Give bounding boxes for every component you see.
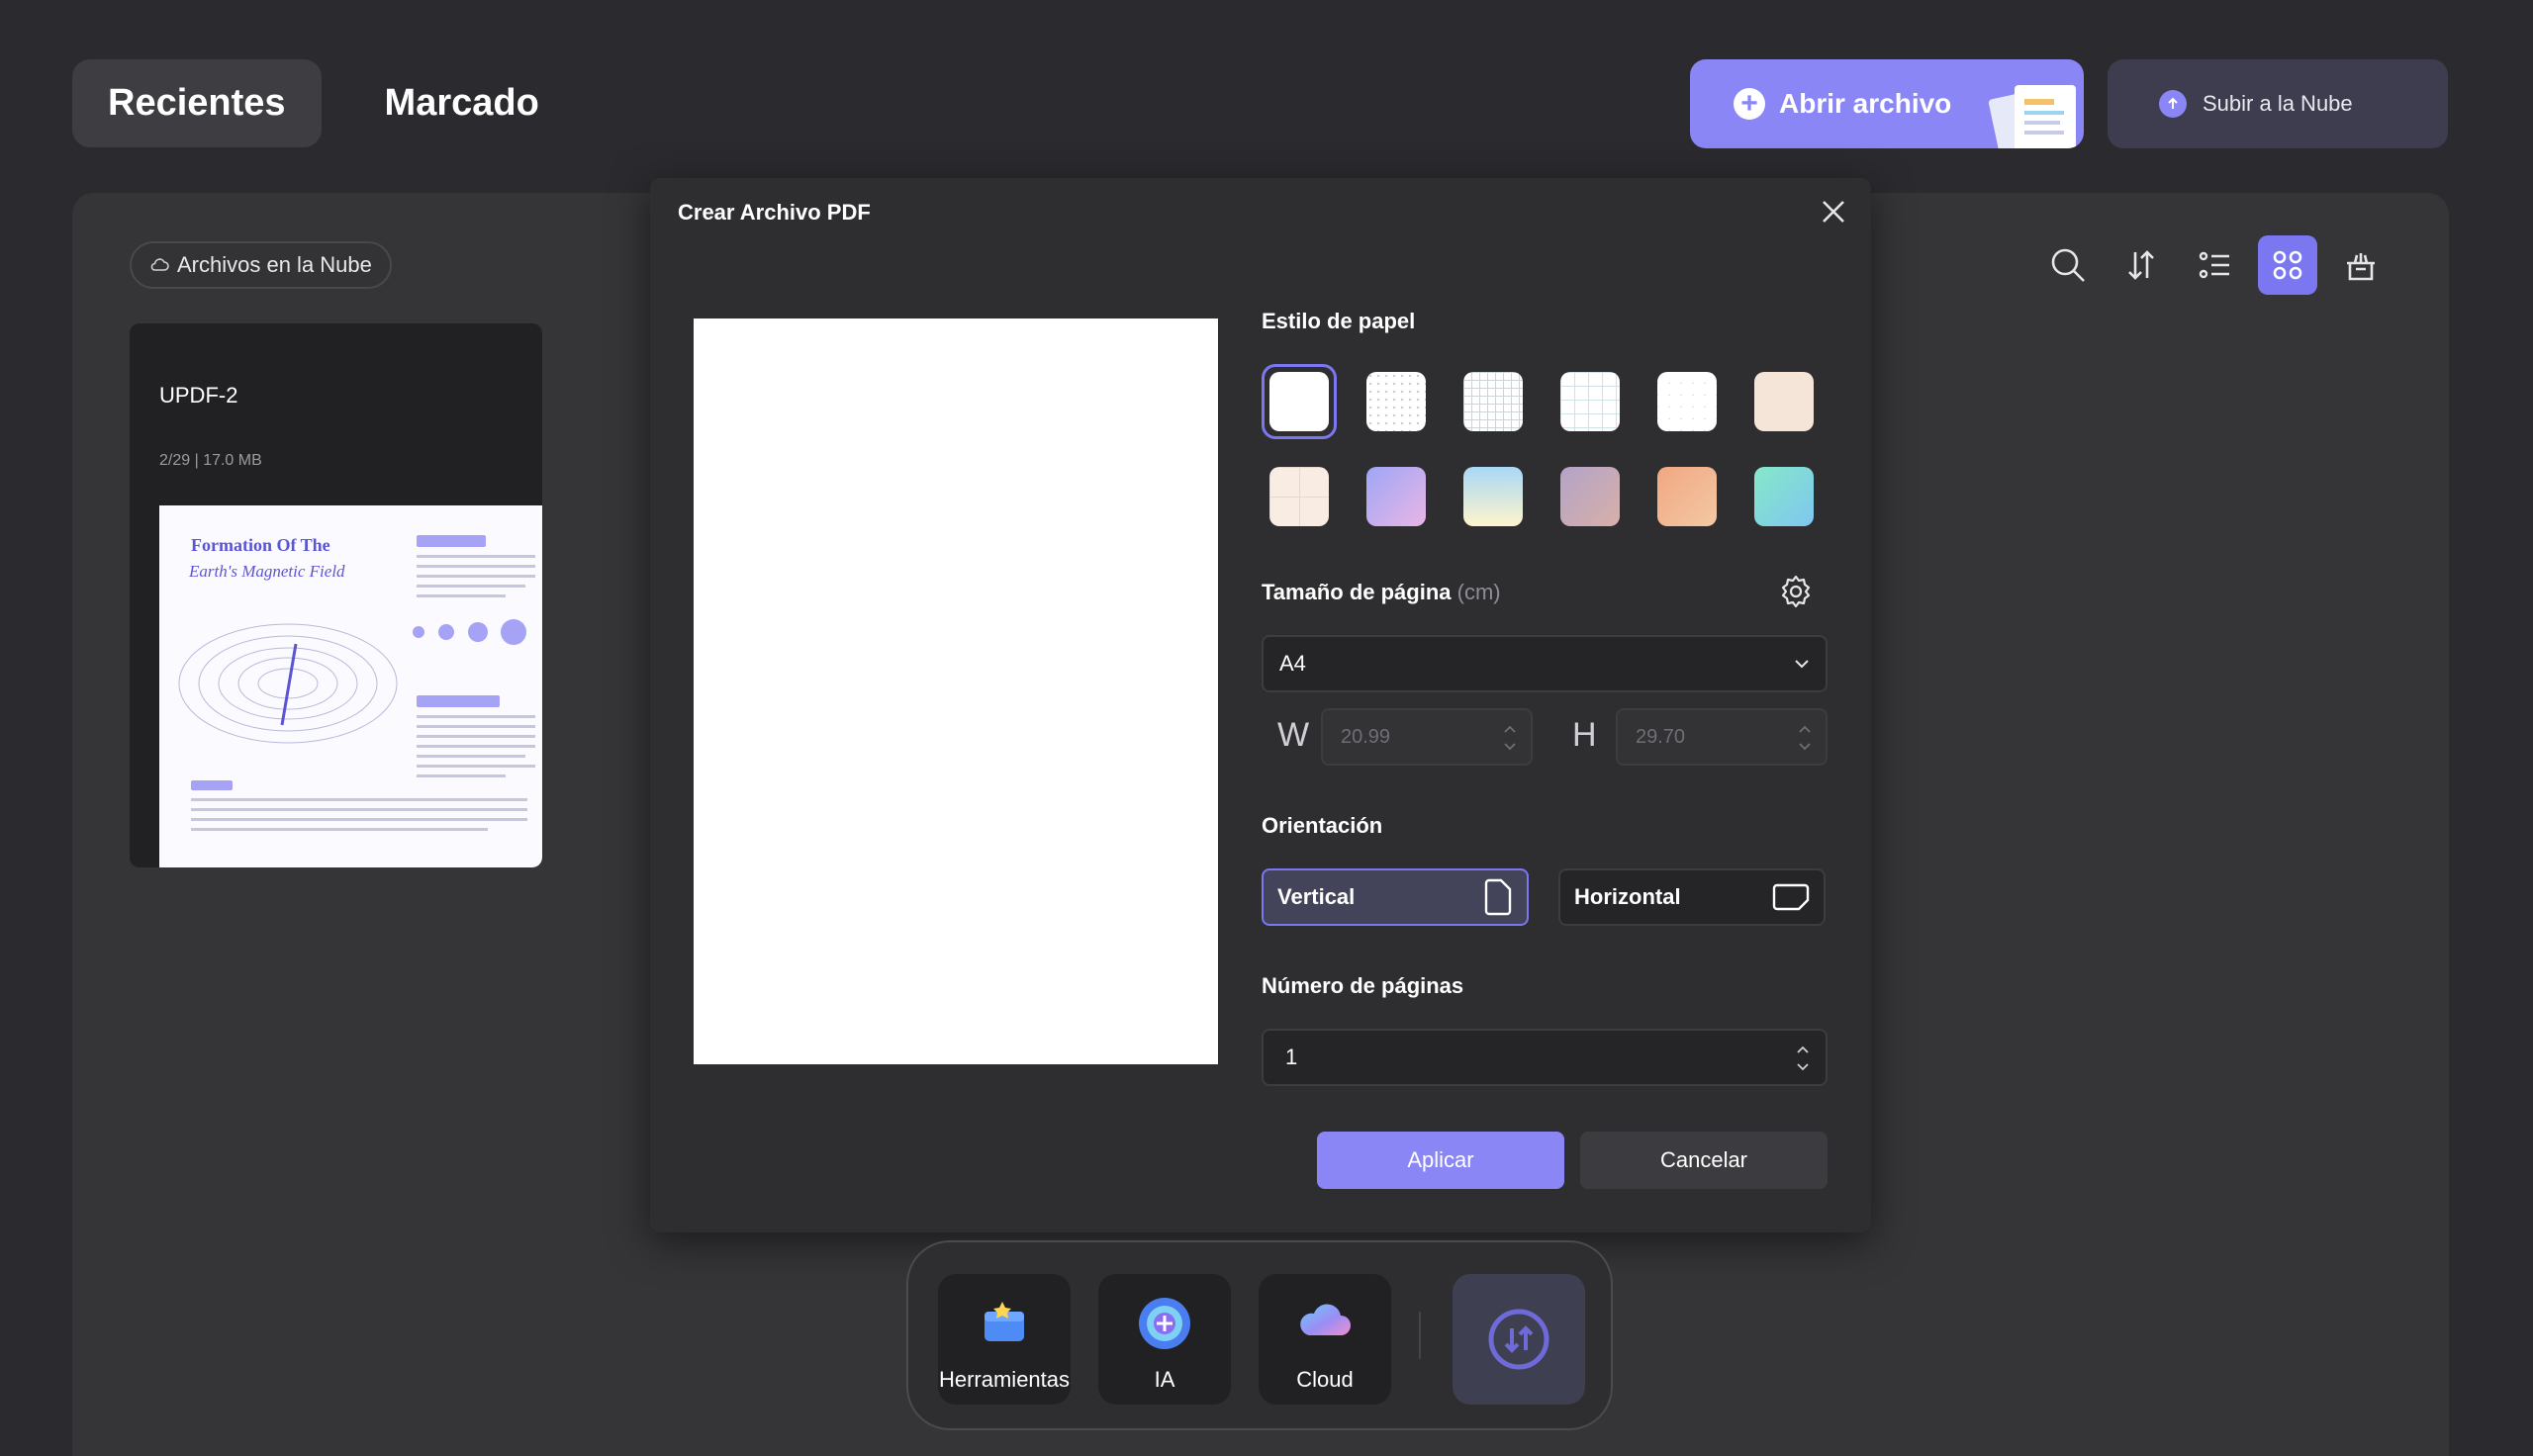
width-label: W — [1277, 716, 1310, 754]
width-value: 20.99 — [1341, 725, 1391, 748]
tab-marked[interactable]: Marcado — [349, 59, 575, 147]
cloud-files-chip[interactable]: Archivos en la Nube — [130, 241, 392, 289]
page-size-label-text: Tamaño de página — [1262, 580, 1452, 604]
plus-icon: + — [1734, 88, 1765, 120]
file-name: UPDF-2 — [159, 383, 238, 408]
paper-style-isometric[interactable] — [1657, 372, 1717, 431]
landscape-page-icon — [1772, 883, 1810, 911]
paper-style-grid-large[interactable] — [1560, 372, 1620, 431]
create-pdf-dialog: Crear Archivo PDF Estilo de papel Tamaño… — [650, 178, 1871, 1232]
upload-icon — [2159, 90, 2187, 118]
width-stepper-icon[interactable] — [1503, 720, 1517, 756]
pages-stepper-icon[interactable] — [1796, 1041, 1810, 1076]
view-toolbar — [2038, 235, 2391, 295]
thumb-title-1: Formation Of The — [191, 535, 330, 555]
paper-style-purple-gradient[interactable] — [1366, 467, 1426, 526]
orientation-vertical-button[interactable]: Vertical — [1262, 868, 1529, 926]
paper-style-grid-small[interactable] — [1463, 372, 1523, 431]
page-size-label: Tamaño de página (cm) — [1262, 580, 1501, 605]
convert-icon — [1488, 1309, 1549, 1370]
dock-divider — [1419, 1312, 1421, 1359]
search-icon[interactable] — [2038, 235, 2098, 295]
dock-ai-button[interactable]: IA — [1098, 1274, 1231, 1405]
thumbnail-art: Formation Of The Earth's Magnetic Field — [178, 535, 535, 831]
top-tabs: Recientes Marcado — [72, 59, 575, 147]
open-file-button[interactable]: + Abrir archivo — [1690, 59, 2084, 148]
dialog-title: Crear Archivo PDF — [678, 200, 871, 225]
toolbox-icon — [985, 1302, 1024, 1341]
chevron-down-icon — [1795, 660, 1809, 669]
paper-style-sky-gradient[interactable] — [1463, 467, 1523, 526]
pages-count-label: Número de páginas — [1262, 973, 1464, 998]
documents-icon — [1988, 85, 2076, 148]
width-input[interactable]: 20.99 — [1321, 708, 1533, 766]
settings-gear-icon[interactable] — [1778, 574, 1814, 609]
upload-cloud-label: Subir a la Nube — [2203, 91, 2353, 116]
paper-style-mint-gradient[interactable] — [1754, 467, 1814, 526]
cloud-files-label: Archivos en la Nube — [177, 252, 372, 277]
orientation-label: Orientación — [1262, 813, 1383, 838]
dock-tools-button[interactable]: Herramientas — [938, 1274, 1071, 1405]
dock-ai-label: IA — [1154, 1367, 1175, 1392]
file-card[interactable]: UPDF-2 2/29 | 17.0 MB Formation Of The E… — [130, 323, 542, 867]
page-size-value: A4 — [1279, 651, 1306, 676]
dock-tools-label: Herramientas — [938, 1367, 1071, 1392]
height-stepper-icon[interactable] — [1798, 720, 1812, 756]
file-meta: 2/29 | 17.0 MB — [159, 452, 262, 469]
orientation-horizontal-label: Horizontal — [1574, 884, 1681, 909]
dock-cloud-button[interactable]: Cloud — [1259, 1274, 1391, 1405]
bottom-dock: Herramientas IA Cloud — [906, 1240, 1613, 1430]
paper-style-cream-grid[interactable] — [1269, 467, 1329, 526]
height-value: 29.70 — [1636, 725, 1686, 748]
pages-count-input[interactable]: 1 — [1262, 1029, 1828, 1086]
cloud-icon — [150, 258, 169, 271]
height-label: H — [1572, 716, 1597, 754]
open-file-label: Abrir archivo — [1779, 88, 1952, 119]
thumb-title-2: Earth's Magnetic Field — [188, 562, 345, 581]
grid-view-icon[interactable] — [2258, 235, 2317, 295]
paper-style-peach[interactable] — [1754, 372, 1814, 431]
list-view-icon[interactable] — [2185, 235, 2244, 295]
file-thumbnail: Formation Of The Earth's Magnetic Field — [159, 505, 542, 867]
page-preview — [694, 318, 1218, 1064]
page-size-unit: (cm) — [1456, 580, 1501, 604]
cloud-color-icon — [1300, 1304, 1351, 1335]
portrait-page-icon — [1484, 878, 1512, 916]
trash-icon[interactable] — [2331, 235, 2391, 295]
paper-style-label: Estilo de papel — [1262, 309, 1416, 333]
paper-style-mauve-gradient[interactable] — [1560, 467, 1620, 526]
orientation-vertical-label: Vertical — [1277, 884, 1356, 909]
page-size-select[interactable]: A4 — [1262, 635, 1828, 692]
paper-style-orange-gradient[interactable] — [1657, 467, 1717, 526]
paper-style-blank[interactable] — [1269, 372, 1329, 431]
close-icon[interactable] — [1818, 196, 1849, 228]
tab-recent[interactable]: Recientes — [72, 59, 322, 147]
sort-icon[interactable] — [2111, 235, 2171, 295]
dock-convert-button[interactable] — [1453, 1274, 1585, 1405]
height-input[interactable]: 29.70 — [1616, 708, 1828, 766]
orientation-horizontal-button[interactable]: Horizontal — [1558, 868, 1826, 926]
dock-cloud-label: Cloud — [1296, 1367, 1354, 1392]
apply-button[interactable]: Aplicar — [1317, 1132, 1564, 1189]
paper-style-dots[interactable] — [1366, 372, 1426, 431]
upload-cloud-button[interactable]: Subir a la Nube — [2108, 59, 2448, 148]
ai-icon — [1139, 1298, 1190, 1349]
cancel-button[interactable]: Cancelar — [1580, 1132, 1828, 1189]
pages-count-value: 1 — [1285, 1045, 1298, 1069]
